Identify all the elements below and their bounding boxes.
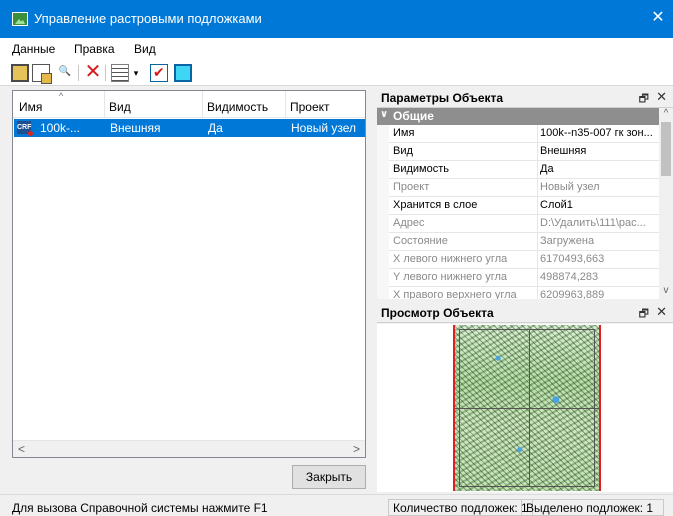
property-key: Имя	[393, 127, 415, 139]
scroll-left-icon[interactable]: <	[13, 441, 30, 458]
window-title: Управление растровыми подложками	[34, 11, 262, 26]
chevron-down-icon[interactable]: ∨	[380, 109, 388, 120]
window-close-button[interactable]: ✕	[643, 0, 673, 38]
column-divider[interactable]	[285, 91, 286, 118]
properties-grid[interactable]: ∨ Общие Имя 100k--n35-007 гк зон... Вид Вн…	[377, 108, 673, 299]
checkbox-icon[interactable]	[150, 64, 168, 82]
property-row[interactable]: Проект Новый узел	[377, 179, 659, 197]
property-row[interactable]: Имя 100k--n35-007 гк зон...	[377, 125, 659, 143]
toolbar-separator	[78, 65, 79, 81]
scroll-up-icon[interactable]: ^	[659, 108, 673, 122]
selected-indicator: Выделено подложек: 1	[521, 499, 664, 516]
menu-bar: Данные Правка Вид	[0, 38, 673, 60]
property-key: Хранится в слое	[393, 199, 478, 211]
help-hint: Для вызова Справочной системы нажмите F1	[12, 501, 268, 515]
properties-panel-header: Параметры Объекта 🗗 ✕	[377, 88, 673, 108]
property-group-label: Общие	[393, 109, 434, 123]
property-value: Да	[540, 163, 554, 175]
row-kind: Внешняя	[110, 121, 161, 135]
preview-panel-title: Просмотр Объекта	[381, 306, 494, 320]
property-row[interactable]: Состояние Загружена	[377, 233, 659, 251]
close-button[interactable]: Закрыть	[292, 465, 366, 489]
property-key: Проект	[393, 181, 430, 193]
preview-area	[377, 324, 673, 492]
property-value: Слой1	[540, 199, 573, 211]
fill-icon[interactable]	[174, 64, 192, 82]
search-icon[interactable]: 🔍	[56, 64, 74, 82]
list-header: ^ Имя Вид Видимость Проект	[13, 91, 365, 118]
menu-data[interactable]: Данные	[12, 42, 55, 56]
property-value: Загружена	[540, 235, 595, 247]
delete-icon[interactable]: ✕	[84, 62, 102, 82]
column-project[interactable]: Проект	[290, 100, 330, 114]
column-divider[interactable]	[202, 91, 203, 118]
properties-panel-title: Параметры Объекта	[381, 91, 504, 105]
row-project: Новый узел	[291, 121, 357, 135]
property-group-general[interactable]: ∨ Общие	[377, 108, 659, 125]
preview-panel-header: Просмотр Объекта 🗗 ✕	[377, 303, 673, 323]
property-key: X левого нижнего угла	[393, 253, 508, 265]
map-grid-line	[529, 329, 530, 487]
property-value: Новый узел	[540, 181, 600, 193]
column-visibility[interactable]: Видимость	[207, 100, 268, 114]
toolbar: 🔍 ✕ ▾	[0, 60, 673, 86]
property-key: Состояние	[393, 235, 448, 247]
chevron-down-icon[interactable]: ▾	[131, 64, 141, 82]
layers-list[interactable]: ^ Имя Вид Видимость Проект CRF 100k-... …	[12, 90, 366, 458]
property-value: D:\Удалить\111\рас...	[540, 217, 646, 229]
property-value: 6170493,663	[540, 253, 605, 265]
property-row[interactable]: Вид Внешняя	[377, 143, 659, 161]
title-bar: Управление растровыми подложками ✕	[0, 0, 673, 38]
property-row[interactable]: X правого верхнего угла 6209963,889	[377, 287, 659, 299]
row-name: 100k-...	[40, 121, 81, 135]
property-key: Видимость	[393, 163, 449, 175]
property-row[interactable]: Хранится в слое Слой1	[377, 197, 659, 215]
open-icon[interactable]	[11, 64, 29, 82]
property-row[interactable]: X левого нижнего угла 6170493,663	[377, 251, 659, 269]
column-name[interactable]: Имя	[19, 100, 42, 114]
horizontal-scrollbar[interactable]: < >	[13, 440, 365, 457]
property-key: X правого верхнего угла	[393, 289, 517, 299]
menu-edit[interactable]: Правка	[74, 42, 115, 56]
property-value: 100k--n35-007 гк зон...	[540, 127, 653, 139]
column-divider[interactable]	[104, 91, 105, 118]
app-icon	[12, 12, 28, 26]
undock-icon[interactable]: 🗗	[639, 90, 649, 109]
list-view-icon[interactable]	[111, 64, 129, 82]
sort-ascending-icon: ^	[59, 91, 64, 101]
undock-icon[interactable]: 🗗	[639, 305, 649, 324]
raster-file-icon: CRF	[17, 121, 33, 136]
copy-icon[interactable]	[32, 64, 52, 84]
row-visibility: Да	[208, 121, 223, 135]
close-icon[interactable]: ✕	[656, 304, 667, 320]
property-row[interactable]: Видимость Да	[377, 161, 659, 179]
scroll-thumb[interactable]	[661, 122, 671, 176]
scroll-down-icon[interactable]: v	[659, 285, 673, 299]
status-bar: Для вызова Справочной системы нажмите F1…	[0, 494, 673, 516]
property-key: Y левого нижнего угла	[393, 271, 508, 283]
raster-map-thumbnail	[453, 325, 601, 491]
property-value: Внешняя	[540, 145, 587, 157]
column-kind[interactable]: Вид	[109, 100, 131, 114]
property-row[interactable]: Y левого нижнего угла 498874,283	[377, 269, 659, 287]
menu-view[interactable]: Вид	[134, 42, 156, 56]
list-row-selected[interactable]: CRF 100k-... Внешняя Да Новый узел	[14, 119, 365, 137]
property-key: Адрес	[393, 217, 425, 229]
toolbar-separator	[105, 65, 106, 81]
property-value: 6209963,889	[540, 289, 605, 299]
count-indicator: Количество подложек: 1	[388, 499, 533, 516]
property-row[interactable]: Адрес D:\Удалить\111\рас...	[377, 215, 659, 233]
property-value: 498874,283	[540, 271, 599, 283]
close-icon[interactable]: ✕	[656, 89, 667, 105]
property-key: Вид	[393, 145, 413, 157]
scroll-right-icon[interactable]: >	[348, 441, 365, 458]
vertical-scrollbar[interactable]: ^ v	[659, 108, 673, 299]
